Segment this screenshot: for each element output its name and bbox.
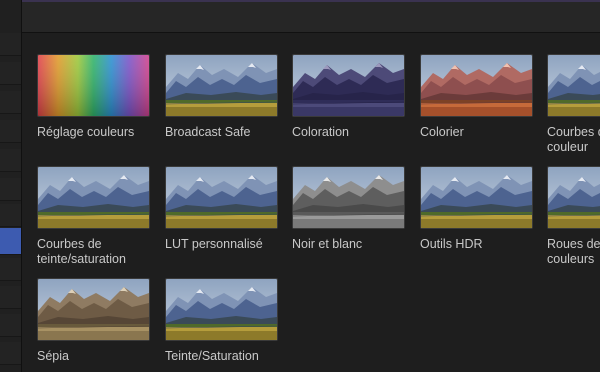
sidebar-item[interactable]: [0, 342, 21, 365]
effect-thumbnail: [547, 166, 600, 229]
effect-thumbnail: [292, 54, 405, 117]
sidebar-item[interactable]: [0, 258, 21, 281]
effect-label: Colorier: [420, 125, 464, 139]
effect-label: Courbes de couleur: [547, 125, 600, 154]
effect-tile[interactable]: Teinte/Saturation: [165, 278, 281, 364]
effects-browser: Réglage couleurs Broadcast Safe Colorati…: [22, 33, 600, 372]
effect-tile[interactable]: Colorier: [420, 54, 536, 140]
effect-label: Outils HDR: [420, 237, 483, 251]
effect-label: Broadcast Safe: [165, 125, 251, 139]
effect-tile[interactable]: Courbes de teinte/saturation: [37, 166, 153, 267]
effect-thumbnail: [420, 54, 533, 117]
effect-tile[interactable]: Broadcast Safe: [165, 54, 281, 140]
effect-tile[interactable]: Courbes de couleur: [547, 54, 600, 155]
effect-label: Coloration: [292, 125, 349, 139]
effect-thumbnail: [165, 166, 278, 229]
effect-thumbnail: [37, 166, 150, 229]
effect-tile[interactable]: Réglage couleurs: [37, 54, 153, 140]
sidebar-item[interactable]: [0, 149, 21, 172]
effect-label: Noir et blanc: [292, 237, 363, 251]
effect-tile[interactable]: LUT personnalisé: [165, 166, 281, 252]
toolbar-accent-line: [0, 0, 600, 2]
effect-thumbnail: [420, 166, 533, 229]
sidebar-item[interactable]: [0, 314, 21, 337]
effect-tile[interactable]: Noir et blanc: [292, 166, 408, 252]
sidebar: [0, 0, 21, 372]
effect-thumbnail: [37, 278, 150, 341]
effect-thumbnail: [547, 54, 600, 117]
effect-tile[interactable]: Coloration: [292, 54, 408, 140]
sidebar-item[interactable]: [0, 91, 21, 114]
effect-label: Sépia: [37, 349, 69, 363]
effect-label: LUT personnalisé: [165, 237, 263, 251]
effect-thumbnail: [165, 278, 278, 341]
effect-label: Roues de couleurs: [547, 237, 600, 266]
effect-thumbnail: [165, 54, 278, 117]
sidebar-item[interactable]: [0, 120, 21, 143]
sidebar-item-selected[interactable]: [0, 228, 21, 255]
effect-thumbnail: [292, 166, 405, 229]
sidebar-item[interactable]: [0, 62, 21, 85]
sidebar-item[interactable]: [0, 286, 21, 309]
effect-tile[interactable]: Sépia: [37, 278, 153, 364]
top-toolbar: [0, 0, 600, 33]
effect-thumbnail: [37, 54, 150, 117]
effect-label: Teinte/Saturation: [165, 349, 259, 363]
sidebar-item[interactable]: [0, 33, 21, 56]
effect-label: Courbes de teinte/saturation: [37, 237, 126, 266]
sidebar-item[interactable]: [0, 178, 21, 201]
effect-tile[interactable]: Roues de couleurs: [547, 166, 600, 267]
sidebar-item[interactable]: [0, 204, 21, 227]
effect-label: Réglage couleurs: [37, 125, 135, 139]
effect-tile[interactable]: Outils HDR: [420, 166, 536, 252]
